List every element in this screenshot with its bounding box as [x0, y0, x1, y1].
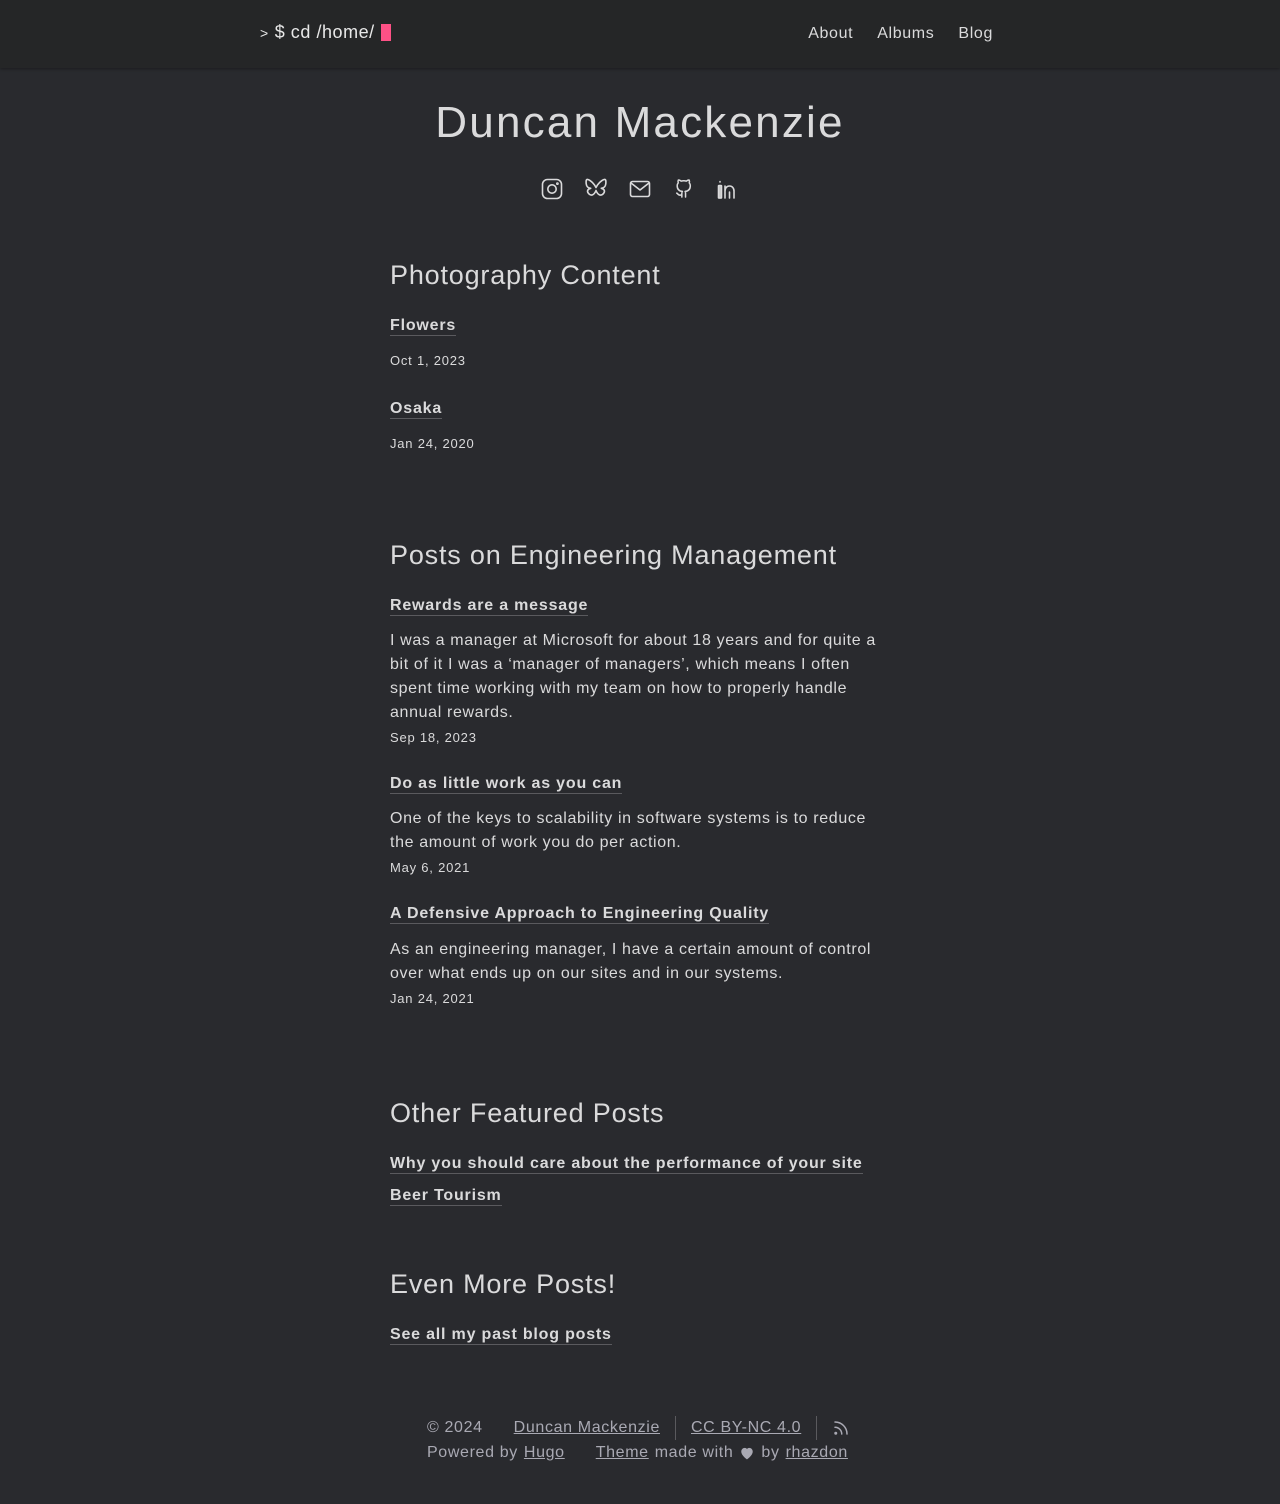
footer-hugo-link[interactable]: Hugo: [524, 1444, 565, 1462]
post-excerpt: One of the keys to scalability in softwa…: [390, 810, 867, 851]
logo-text: $ cd /home/: [274, 22, 375, 42]
site-header: > $ cd /home/ About Albums Blog: [0, 0, 1280, 68]
more-section: Even More Posts! See all my past blog po…: [390, 1269, 890, 1345]
page-title: Duncan Mackenzie: [435, 98, 845, 147]
heart-icon: [739, 1446, 755, 1460]
post-date: Oct 1, 2023: [390, 353, 466, 368]
featured-section: Other Featured Posts Why you should care…: [390, 1098, 890, 1206]
nav-blog[interactable]: Blog: [958, 25, 993, 43]
section-heading-featured: Other Featured Posts: [390, 1098, 665, 1128]
footer-copyright-row: © 2024 Duncan Mackenzie CC BY-NC 4.0: [427, 1416, 850, 1440]
post-date: May 6, 2021: [390, 860, 471, 875]
linkedin-icon[interactable]: [716, 177, 740, 206]
logo-prompt: >: [260, 24, 269, 41]
post-title-link[interactable]: Rewards are a message: [390, 597, 589, 616]
post-title-link[interactable]: Beer Tourism: [390, 1187, 502, 1206]
footer-powered-label: Powered by: [427, 1444, 518, 1461]
footer-powered-row: Powered by Hugo Theme made with by rhazd…: [427, 1441, 850, 1465]
instagram-icon[interactable]: [540, 177, 564, 206]
post-title-link[interactable]: Why you should care about the performanc…: [390, 1155, 863, 1174]
post-date: Jan 24, 2020: [390, 436, 475, 451]
post-date: Jan 24, 2021: [390, 991, 475, 1006]
rss-icon[interactable]: [832, 1419, 850, 1437]
footer-theme-link[interactable]: Theme: [596, 1444, 649, 1462]
post-title-link[interactable]: Flowers: [390, 317, 457, 336]
all-posts-link[interactable]: See all my past blog posts: [390, 1326, 612, 1345]
list-item: Beer Tourism: [390, 1187, 890, 1206]
mail-icon[interactable]: [628, 177, 652, 206]
footer-copyright: © 2024: [427, 1419, 483, 1436]
post-excerpt: As an engineering manager, I have a cert…: [390, 941, 872, 982]
list-item: Osaka Jan 24, 2020: [390, 400, 890, 451]
footer-license-link[interactable]: CC BY-NC 4.0: [691, 1419, 801, 1437]
list-item: Rewards are a message I was a manager at…: [390, 597, 890, 745]
section-heading-more: Even More Posts!: [390, 1269, 617, 1299]
footer-made-with: made with: [654, 1444, 734, 1461]
list-item: See all my past blog posts: [390, 1326, 890, 1345]
footer-rhazdon-link[interactable]: rhazdon: [786, 1444, 848, 1462]
social-links: [540, 177, 740, 206]
footer-divider: [816, 1416, 818, 1440]
bluesky-icon[interactable]: [584, 177, 608, 206]
nav-albums[interactable]: Albums: [877, 25, 934, 43]
section-heading-photography: Photography Content: [390, 260, 661, 290]
list-item: A Defensive Approach to Engineering Qual…: [390, 905, 890, 1006]
engineering-section: Posts on Engineering Management Rewards …: [390, 540, 890, 1006]
footer-by: by: [761, 1444, 780, 1461]
footer-divider: [674, 1416, 676, 1440]
post-title-link[interactable]: Osaka: [390, 400, 443, 419]
photography-section: Photography Content Flowers Oct 1, 2023 …: [390, 260, 890, 451]
list-item: Why you should care about the performanc…: [390, 1155, 890, 1174]
github-icon[interactable]: [672, 177, 696, 206]
site-logo[interactable]: > $ cd /home/: [260, 22, 391, 43]
main-nav: About Albums Blog: [808, 25, 993, 43]
footer-author-link[interactable]: Duncan Mackenzie: [514, 1419, 660, 1437]
post-title-link[interactable]: A Defensive Approach to Engineering Qual…: [390, 905, 770, 924]
post-date: Sep 18, 2023: [390, 730, 477, 745]
list-item: Flowers Oct 1, 2023: [390, 317, 890, 368]
site-footer: © 2024 Duncan Mackenzie CC BY-NC 4.0 Pow…: [427, 1416, 850, 1465]
logo-cursor: [380, 24, 391, 41]
list-item: Do as little work as you can One of the …: [390, 775, 890, 875]
section-heading-engineering: Posts on Engineering Management: [390, 540, 837, 570]
post-excerpt: I was a manager at Microsoft for about 1…: [390, 632, 876, 721]
nav-about[interactable]: About: [808, 25, 853, 43]
post-title-link[interactable]: Do as little work as you can: [390, 775, 623, 794]
